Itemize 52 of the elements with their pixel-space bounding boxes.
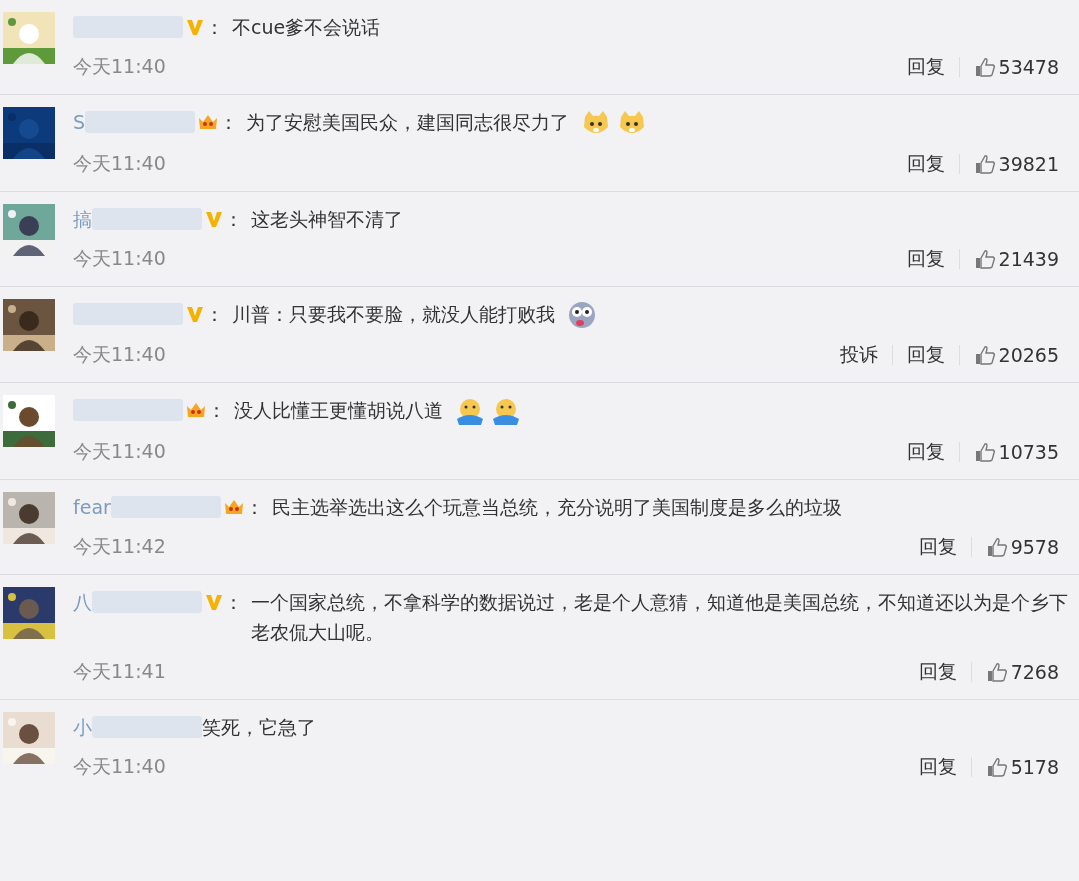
comment-text: 没人比懂王更懂胡说八道 [234, 399, 443, 421]
reply-link[interactable]: 回复 [906, 245, 945, 272]
comment-time: 今天11:40 [73, 342, 166, 367]
like-button[interactable]: 53478 [973, 56, 1059, 78]
comment-time: 今天11:40 [73, 438, 166, 464]
thumbs-up-icon [985, 535, 1008, 558]
comment-text: 川普：只要我不要脸，就没人能打败我 [232, 302, 555, 325]
like-button[interactable]: 20265 [973, 344, 1059, 366]
like-button[interactable]: 39821 [973, 152, 1059, 175]
comment-text: 笑死，它急了 [202, 715, 316, 738]
comment-text: 不cue爹不会说话 [232, 16, 381, 38]
comment-time: 今天11:40 [73, 753, 166, 779]
thumbs-up-icon [973, 56, 996, 78]
reply-link[interactable]: 回复 [906, 54, 945, 80]
like-button[interactable]: 21439 [973, 247, 1059, 270]
reply-link[interactable]: 回复 [906, 438, 945, 465]
colon-separator: ： [219, 110, 239, 135]
comment-text: 一个国家总统，不拿科学的数据说过，老是个人意猜，知道他是美国总统，不知道还以为是个乡下老农侃大山呢。 [251, 590, 1068, 643]
thumbs-up-icon [973, 344, 996, 366]
comment-text: 这老头神智不清了 [251, 207, 403, 230]
like-button[interactable]: 9578 [985, 535, 1059, 558]
report-link[interactable]: 投诉 [839, 342, 878, 368]
comment-time: 今天11:41 [73, 658, 166, 684]
comment-time: 今天11:40 [73, 54, 166, 79]
colon-separator: ： [224, 206, 243, 232]
hug-face-icon [491, 396, 522, 427]
colon-separator: ： [224, 589, 243, 615]
comment-time: 今天11:40 [73, 245, 166, 271]
reply-link[interactable]: 回复 [906, 150, 945, 177]
comment-text: 为了安慰美国民众，建国同志很尽力了 [246, 111, 570, 133]
colon-separator: ： [207, 398, 226, 423]
colon-separator: ： [205, 15, 224, 40]
reply-link[interactable]: 回复 [918, 658, 957, 685]
comment-text: 民主选举选出这么个玩意当总统，充分说明了美国制度是多么的垃圾 [271, 495, 842, 518]
comment-time: 今天11:42 [73, 533, 166, 559]
reply-link[interactable]: 回复 [918, 753, 957, 780]
like-button[interactable]: 7268 [985, 660, 1059, 683]
thumbs-up-icon [985, 755, 1008, 778]
like-button[interactable]: 10735 [973, 440, 1059, 463]
like-button[interactable]: 5178 [985, 755, 1059, 778]
hug-face-icon [455, 396, 486, 427]
dizzy-face-icon [567, 300, 598, 330]
reply-link[interactable]: 回复 [918, 533, 957, 560]
thumbs-up-icon [973, 440, 996, 463]
thumbs-up-icon [985, 660, 1008, 683]
reply-link[interactable]: 回复 [906, 342, 945, 368]
colon-separator: ： [244, 494, 264, 520]
thumbs-up-icon [973, 152, 996, 175]
comment-time: 今天11:40 [73, 150, 166, 176]
verified-badge-icon [185, 17, 205, 37]
colon-separator: ： [205, 301, 224, 327]
thumbs-up-icon [973, 247, 996, 270]
